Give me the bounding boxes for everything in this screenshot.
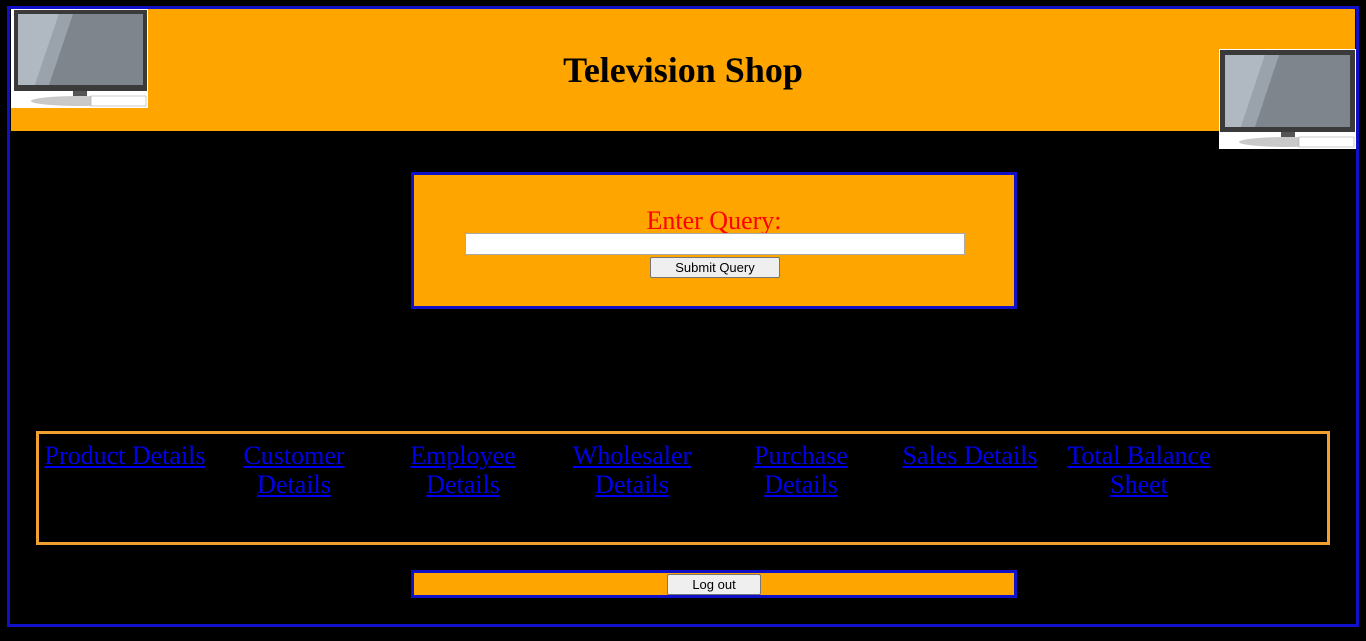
nav-link-total-balance-sheet[interactable]: Total Balance Sheet — [1054, 441, 1224, 499]
page-title: Television Shop — [563, 50, 803, 90]
nav-link-product-details[interactable]: Product Details — [40, 441, 210, 470]
nav-link-wholesaler-details[interactable]: Wholesaler Details — [547, 441, 717, 499]
query-panel: Enter Query: Submit Query — [411, 172, 1017, 309]
television-icon — [1219, 49, 1356, 149]
submit-query-button[interactable]: Submit Query — [650, 257, 780, 278]
query-label: Enter Query: — [646, 206, 782, 235]
query-input[interactable] — [465, 233, 965, 255]
nav-link-employee-details[interactable]: Employee Details — [378, 441, 548, 499]
nav-link-purchase-details[interactable]: Purchase Details — [716, 441, 886, 499]
nav-link-sales-details[interactable]: Sales Details — [885, 441, 1055, 470]
navigation-panel: Product Details Customer Details Employe… — [36, 431, 1330, 545]
nav-link-customer-details[interactable]: Customer Details — [209, 441, 379, 499]
logout-panel: Log out — [411, 570, 1017, 598]
logout-button[interactable]: Log out — [667, 574, 761, 595]
television-icon — [11, 9, 148, 108]
